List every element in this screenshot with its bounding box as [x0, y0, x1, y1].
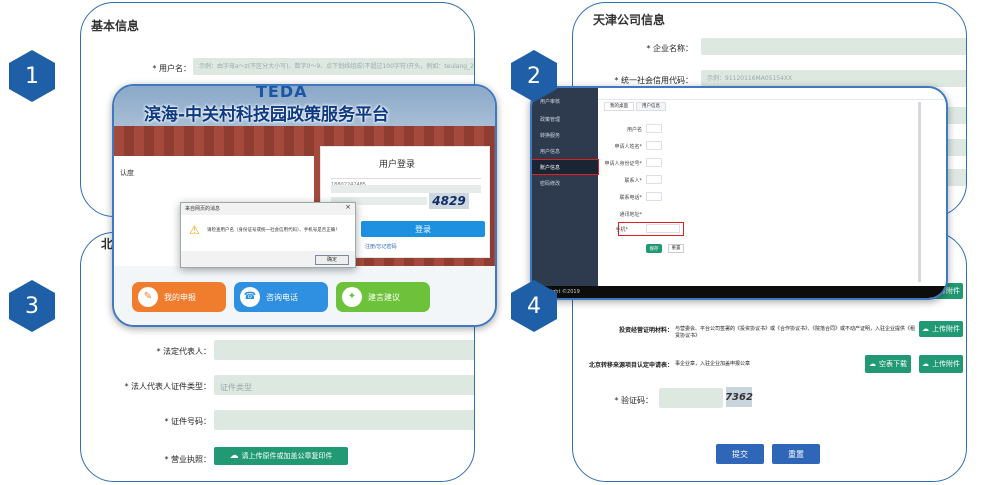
- username-label: * 用户名：: [152, 64, 191, 73]
- submit-button[interactable]: 提交: [716, 444, 764, 464]
- company-name-label: * 企业名称：: [646, 44, 693, 53]
- captcha-text: 7362: [725, 391, 753, 403]
- field-label: 通讯地址*: [619, 212, 642, 218]
- reset-button[interactable]: 重置: [668, 244, 684, 253]
- field-input[interactable]: [646, 192, 662, 201]
- upload-license-button[interactable]: ☁ 请上传原件或加盖公章复印件: [214, 447, 348, 465]
- dialog-message: 请检查用户名（身份证号或统一社会信用代码）、手机号是否正确！: [207, 228, 340, 233]
- upload-attachment-button[interactable]: ☁上传附件: [919, 355, 963, 373]
- mobile-input[interactable]: [646, 224, 680, 233]
- tile-suggestions[interactable]: ✦ 建言建议: [336, 282, 430, 312]
- field-input[interactable]: [646, 158, 662, 167]
- alert-dialog: 来自网页的消息 × ⚠ 请检查用户名（身份证号或统一社会信用代码）、手机号是否正…: [180, 202, 356, 268]
- captcha-image[interactable]: 4829: [429, 193, 469, 209]
- edit-icon: ✎: [138, 287, 158, 307]
- cloud-upload-icon: ☁: [922, 325, 929, 333]
- upload-label: 上传附件: [932, 325, 960, 333]
- company-name-input[interactable]: [701, 38, 966, 55]
- sidebar-item-password[interactable]: 密码修改: [532, 176, 598, 190]
- id-number-input[interactable]: [214, 410, 474, 430]
- sidebar-item-user-info[interactable]: 用户信息: [532, 144, 598, 158]
- cloud-upload-icon: ☁: [922, 360, 929, 368]
- sidebar-item-account[interactable]: 账户信息: [532, 159, 599, 175]
- reset-button[interactable]: 重置: [772, 444, 820, 464]
- id-number-label: * 证件号码：: [164, 417, 211, 426]
- investment-proof-label: 投资经营证明材料：: [618, 327, 673, 334]
- left-panel-text: 认度: [120, 169, 134, 177]
- tab-desktop[interactable]: 我的桌面: [604, 102, 634, 111]
- close-icon[interactable]: ×: [345, 203, 351, 211]
- cloud-icon: ☁: [869, 360, 876, 368]
- field-label: 申请人姓名*: [614, 144, 642, 150]
- credit-code-label: * 统一社会信用代码：: [614, 76, 693, 85]
- username-input[interactable]: 示例：由字母a～z(不区分大小写)、数字0～9、点下划线组成(不超过100字符)…: [193, 58, 474, 75]
- tab-user-info[interactable]: 用户信息: [636, 102, 666, 111]
- field-input[interactable]: [646, 141, 662, 150]
- download-label: 空表下载: [879, 360, 907, 368]
- id-type-placeholder: 证件类型: [220, 383, 252, 392]
- credit-code-input[interactable]: 示例：91120116MA05154XX: [701, 70, 966, 87]
- field-label: 手机*: [615, 227, 628, 233]
- legal-rep-label: * 法定代表人：: [156, 347, 211, 356]
- password-input[interactable]: [331, 185, 481, 193]
- forgot-link[interactable]: 注册/忘记密码: [365, 243, 397, 250]
- tile-my-application[interactable]: ✎ 我的申报: [132, 282, 226, 312]
- sidebar-item-transfer[interactable]: 转换服务: [532, 128, 598, 142]
- phone-input[interactable]: 18802242485: [331, 171, 481, 188]
- login-button[interactable]: 登录: [361, 221, 485, 237]
- field-label: 联系人*: [624, 178, 642, 184]
- panel-title: 天津公司信息: [593, 13, 666, 27]
- lightbulb-icon: ✦: [342, 287, 362, 307]
- field-label: 申请人身份证号*: [604, 161, 642, 167]
- upload-license-label: 请上传原件或加盖公章复印件: [241, 452, 333, 460]
- dialog-body: ⚠ 请检查用户名（身份证号或统一社会信用代码）、手机号是否正确！: [181, 215, 355, 251]
- banner-title: 滨海-中关村科技园政策服务平台: [144, 105, 390, 125]
- panel-title: 基本信息: [91, 19, 140, 33]
- download-template-button[interactable]: ☁ 空表下载: [865, 355, 911, 373]
- step-badge-1: 1: [9, 50, 55, 102]
- field-label: 用户名: [626, 127, 642, 133]
- cloud-upload-icon: ☁: [229, 451, 239, 461]
- business-license-label: * 营业执照：: [164, 455, 211, 464]
- scrollbar[interactable]: [918, 102, 921, 282]
- login-title: 用户登录: [379, 160, 416, 170]
- admin-page-screenshot: 用户审核 政策管理 转换服务 用户信息 账户信息 密码修改 我的桌面 用户信息 …: [530, 86, 948, 300]
- captcha-label: * 验证码：: [614, 396, 653, 405]
- captcha-image[interactable]: 7362: [725, 387, 753, 407]
- tile-label: 建言建议: [368, 292, 400, 302]
- tile-label: 咨询电话: [266, 292, 298, 302]
- transfer-form-label: 北京转移来源项目认定申请表：: [588, 362, 673, 369]
- tile-consult-phone[interactable]: ☎ 咨询电话: [234, 282, 328, 312]
- investment-proof-text: 与营委会、平台公司签署的《投资协议书》或《合作协议书》、《院落合同》或不动产证明…: [675, 326, 916, 339]
- warning-icon: ⚠: [189, 223, 200, 237]
- dialog-title: 来自网页的消息: [185, 206, 221, 212]
- legal-rep-input[interactable]: [214, 340, 474, 360]
- id-type-label: * 法人代表人证件类型：: [124, 382, 211, 391]
- tile-label: 我的申报: [164, 292, 196, 302]
- teda-logo: TEDA: [256, 84, 308, 101]
- upload-attachment-button[interactable]: ☁上传附件: [919, 321, 963, 337]
- sidebar-item-policy[interactable]: 政策管理: [532, 112, 598, 126]
- sidebar: 用户审核 政策管理 转换服务 用户信息 账户信息 密码修改: [532, 88, 599, 288]
- upload-label: 上传附件: [932, 360, 960, 368]
- phone-icon: ☎: [240, 287, 260, 307]
- id-type-select[interactable]: 证件类型: [214, 375, 474, 395]
- step-badge-3: 3: [9, 280, 55, 332]
- captcha-text: 4829: [432, 194, 466, 208]
- top-bar: [598, 88, 946, 100]
- login-page-screenshot: TEDA 滨海-中关村科技园政策服务平台 认度 用户登录 18802242485…: [112, 84, 497, 327]
- field-input[interactable]: [646, 175, 662, 184]
- transfer-form-text: 事企业章，入驻企业加盖申报公章: [675, 361, 751, 367]
- footer: Copyright ©2019: [532, 286, 946, 298]
- field-label: 联系电话*: [619, 195, 642, 201]
- dialog-ok-button[interactable]: 确定: [315, 255, 349, 265]
- captcha-input[interactable]: [659, 388, 723, 408]
- save-button[interactable]: 保存: [646, 244, 662, 253]
- field-input[interactable]: [646, 124, 662, 133]
